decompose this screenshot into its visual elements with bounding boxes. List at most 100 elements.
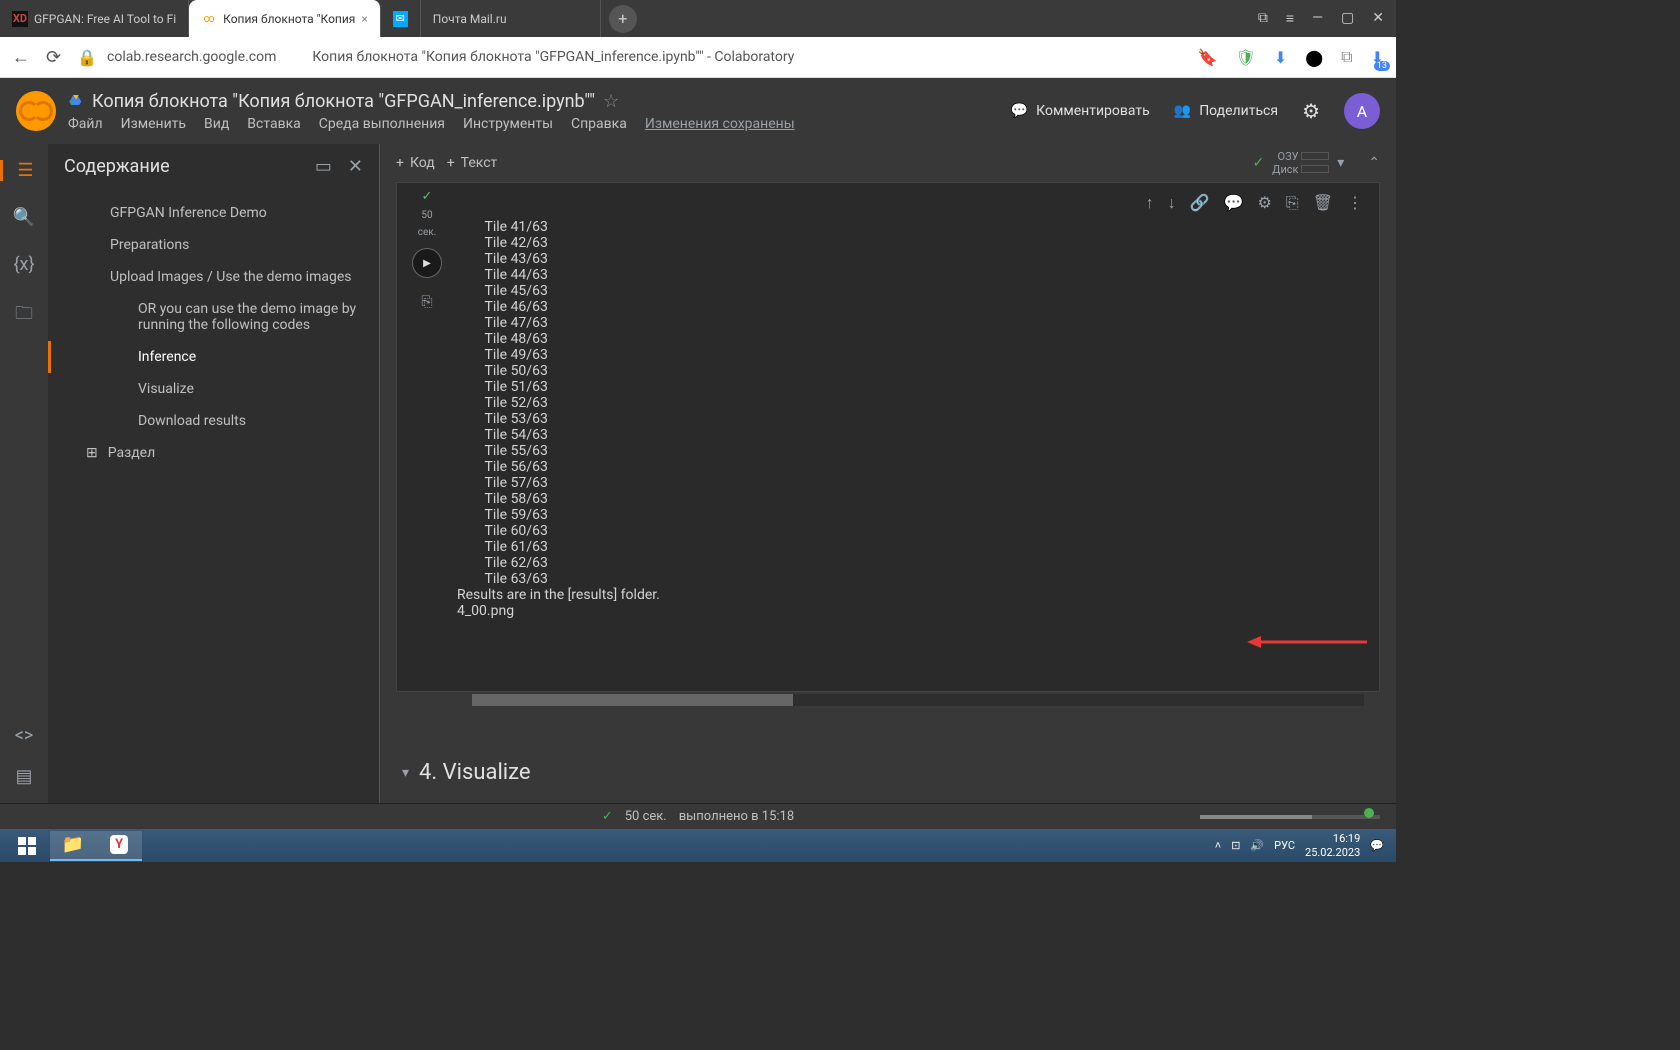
progress-bar: [1200, 815, 1380, 819]
page-title-text: Копия блокнота "Копия блокнота "GFPGAN_i…: [312, 49, 1181, 65]
share-button[interactable]: 👥 Поделиться: [1174, 103, 1278, 119]
delete-icon[interactable]: 🗑: [1313, 193, 1333, 213]
code-rail-icon[interactable]: <>: [15, 725, 34, 746]
toc-sidebar: Содержание ▭ ✕ GFPGAN Inference Demo Pre…: [48, 144, 380, 803]
browser-tab-1[interactable]: ∞ Копия блокнота "Копия ×: [189, 0, 381, 37]
code-cell: ✓ 50 сек. ▶ ⎘ Tile 41/63 Tile 42/63 Tile…: [396, 182, 1380, 692]
avatar[interactable]: A: [1344, 93, 1380, 129]
exec-time-value: 50: [421, 210, 432, 221]
cell-output[interactable]: Tile 41/63 Tile 42/63 Tile 43/63 Tile 44…: [457, 183, 1379, 691]
bookmark-all-icon[interactable]: ⧉: [1258, 10, 1268, 27]
close-icon[interactable]: ×: [361, 12, 367, 26]
window-close-icon[interactable]: ✕: [1372, 10, 1384, 27]
start-button[interactable]: [4, 831, 50, 861]
move-up-icon[interactable]: ↑: [1146, 193, 1154, 213]
tray-lang[interactable]: РУС: [1274, 839, 1295, 852]
browser-tab-0[interactable]: XD GFPGAN: Free AI Tool to Fi: [0, 0, 189, 37]
windows-taskbar: 📁 Y ˄ ⊡ 🔊 РУС 16:19 25.02.2023 💬: [0, 829, 1396, 862]
taskbar-browser[interactable]: Y: [96, 831, 142, 861]
tray-cloud-icon[interactable]: ⊡: [1231, 839, 1240, 852]
menu-runtime[interactable]: Среда выполнения: [319, 116, 445, 132]
colab-header: Копия блокнота "Копия блокнота "GFPGAN_i…: [0, 78, 1396, 144]
url-text[interactable]: colab.research.google.com: [107, 49, 276, 65]
toc-rail-icon[interactable]: ☰: [0, 160, 48, 181]
bookmark-icon[interactable]: 🔖: [1198, 48, 1218, 67]
tab-title: Почта Mail.ru: [433, 12, 507, 26]
comment-icon[interactable]: 💬: [1224, 193, 1244, 213]
move-down-icon[interactable]: ↓: [1168, 193, 1176, 213]
colab-logo[interactable]: [16, 91, 56, 131]
tray-clock[interactable]: 16:19 25.02.2023: [1305, 832, 1360, 858]
reload-button[interactable]: ⟳: [46, 47, 61, 68]
check-icon: ✓: [602, 809, 613, 824]
close-sidebar-icon[interactable]: ✕: [348, 156, 363, 177]
shield-ext-icon[interactable]: 🛡: [1236, 48, 1256, 67]
browser-menu-icon[interactable]: ≡: [1286, 10, 1294, 27]
vars-rail-icon[interactable]: {x}: [13, 254, 34, 275]
menu-file[interactable]: Файл: [68, 116, 103, 132]
tab-favicon: ∞: [201, 11, 217, 27]
toc-item[interactable]: OR you can use the demo image by running…: [48, 293, 379, 341]
chevron-down-icon[interactable]: ▾: [1337, 155, 1344, 171]
menu-insert[interactable]: Вставка: [247, 116, 300, 132]
gear-icon[interactable]: ⚙: [1302, 99, 1320, 123]
tab-view-icon[interactable]: ▭: [315, 156, 332, 177]
toc-item[interactable]: GFPGAN Inference Demo: [48, 197, 379, 229]
comment-button[interactable]: 💬 Комментировать: [1011, 103, 1150, 119]
more-icon[interactable]: ⋮: [1347, 193, 1363, 213]
resource-indicator[interactable]: ОЗУ Диск: [1272, 150, 1329, 176]
toc-add-section[interactable]: ⊞ Раздел: [48, 437, 379, 469]
horizontal-scrollbar[interactable]: [472, 694, 1364, 706]
document-title[interactable]: Копия блокнота "Копия блокнота "GFPGAN_i…: [92, 91, 595, 112]
tray-up-icon[interactable]: ˄: [1215, 839, 1221, 852]
toc-item[interactable]: Upload Images / Use the demo images: [48, 261, 379, 293]
browser-tab-2[interactable]: ✉: [381, 0, 421, 37]
toc-item[interactable]: Download results: [48, 405, 379, 437]
menu-tools[interactable]: Инструменты: [463, 116, 553, 132]
run-cell-button[interactable]: ▶: [412, 248, 442, 278]
exec-time-unit: сек.: [418, 227, 437, 238]
tray-notifications-icon[interactable]: 💬: [1370, 839, 1384, 852]
downloads-icon[interactable]: ⬇13: [1371, 48, 1384, 67]
gear-icon[interactable]: ⚙: [1258, 193, 1272, 213]
tab-title: GFPGAN: Free AI Tool to Fi: [34, 12, 176, 26]
toc-item-active[interactable]: Inference: [48, 341, 379, 373]
tab-favicon: ✉: [393, 11, 408, 27]
back-button[interactable]: ←: [12, 47, 30, 68]
status-time: 50 сек.: [625, 809, 667, 824]
browser-tab-strip: XD GFPGAN: Free AI Tool to Fi ∞ Копия бл…: [0, 0, 1396, 37]
window-maximize-icon[interactable]: ▢: [1341, 10, 1354, 27]
search-rail-icon[interactable]: 🔍: [13, 207, 35, 228]
cell-gutter: ✓ 50 сек. ▶ ⎘: [397, 183, 457, 691]
lock-icon: 🔒: [77, 48, 97, 67]
menu-edit[interactable]: Изменить: [121, 116, 186, 132]
menu-view[interactable]: Вид: [204, 116, 229, 132]
browser-tab-3[interactable]: Почта Mail.ru: [421, 0, 601, 37]
taskbar-explorer[interactable]: 📁: [50, 831, 96, 861]
toc-item[interactable]: Visualize: [48, 373, 379, 405]
menu-bar: Файл Изменить Вид Вставка Среда выполнен…: [68, 116, 999, 132]
google-ext-icon[interactable]: ⬤: [1305, 48, 1323, 67]
toc-item[interactable]: Preparations: [48, 229, 379, 261]
comment-icon: 💬: [1011, 103, 1028, 119]
plus-icon: +: [447, 155, 455, 171]
mirror-icon[interactable]: ⎘: [1286, 193, 1299, 213]
files-rail-icon[interactable]: 🗀: [15, 301, 33, 331]
tray-sound-icon[interactable]: 🔊: [1250, 839, 1264, 852]
clear-output-icon[interactable]: ⎘: [421, 294, 432, 310]
menu-help[interactable]: Справка: [571, 116, 627, 132]
annotation-arrow: [1247, 633, 1367, 651]
translate-ext-icon[interactable]: ⬇: [1274, 48, 1287, 67]
add-code-button[interactable]: +Код: [396, 155, 435, 171]
collections-icon[interactable]: ⧉: [1341, 47, 1352, 67]
section-header[interactable]: ▾ 4. Visualize: [380, 742, 1396, 803]
window-minimize-icon[interactable]: —: [1312, 10, 1323, 27]
plus-icon: +: [396, 155, 404, 171]
new-tab-button[interactable]: +: [609, 5, 637, 33]
sidebar-title: Содержание: [64, 156, 170, 177]
add-text-button[interactable]: +Текст: [447, 155, 498, 171]
chevron-up-icon[interactable]: ⌃: [1368, 155, 1380, 171]
star-icon[interactable]: ☆: [603, 91, 619, 112]
link-icon[interactable]: 🔗: [1190, 193, 1210, 213]
terminal-rail-icon[interactable]: ▤: [15, 766, 32, 787]
